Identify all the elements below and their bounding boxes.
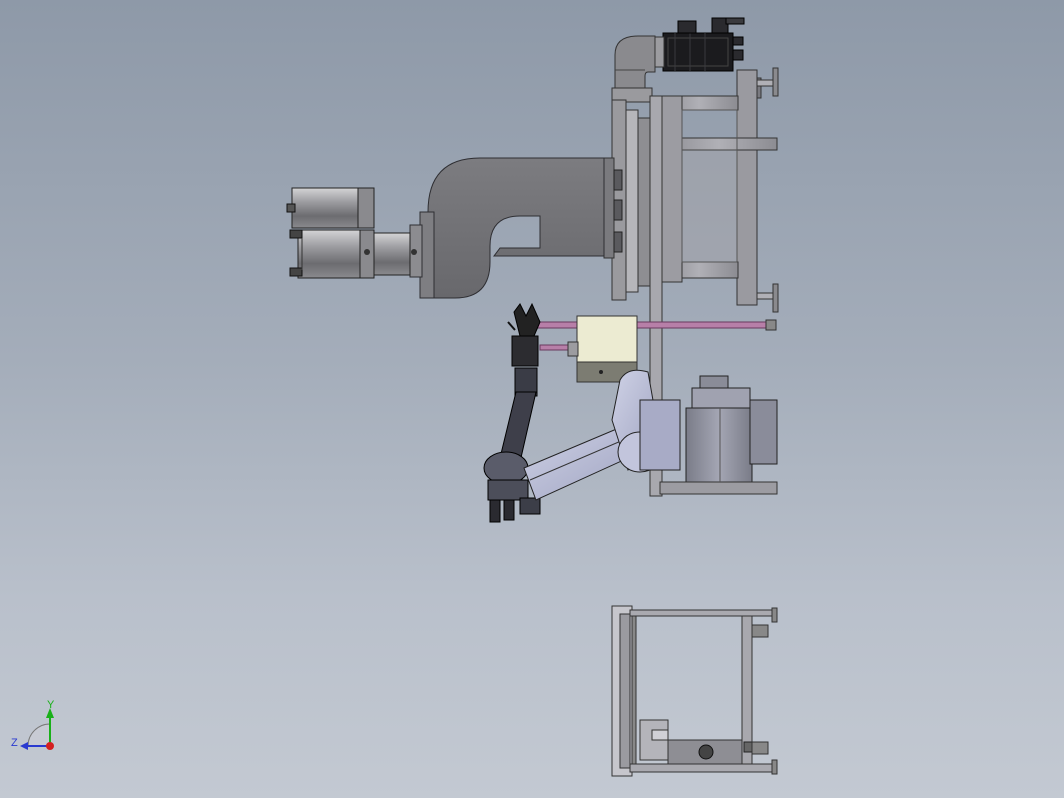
elbow-duct[interactable] <box>611 35 656 103</box>
triad-y-label: Y <box>47 699 55 711</box>
flange-plate[interactable] <box>603 99 651 301</box>
triad-z-label: Z <box>11 737 18 749</box>
twin-cylinder[interactable] <box>286 187 417 279</box>
curved-duct[interactable] <box>409 157 605 299</box>
gripper[interactable] <box>507 302 541 397</box>
side-view-frame[interactable] <box>611 605 778 777</box>
coordinate-triad: Y Z <box>11 699 55 750</box>
cad-viewport[interactable]: Y Z <box>0 0 1064 798</box>
servo-motor[interactable] <box>651 17 745 72</box>
sensor-box[interactable] <box>567 315 638 383</box>
robot-arm[interactable] <box>483 369 681 523</box>
model-scene[interactable]: Y Z <box>0 0 1064 798</box>
